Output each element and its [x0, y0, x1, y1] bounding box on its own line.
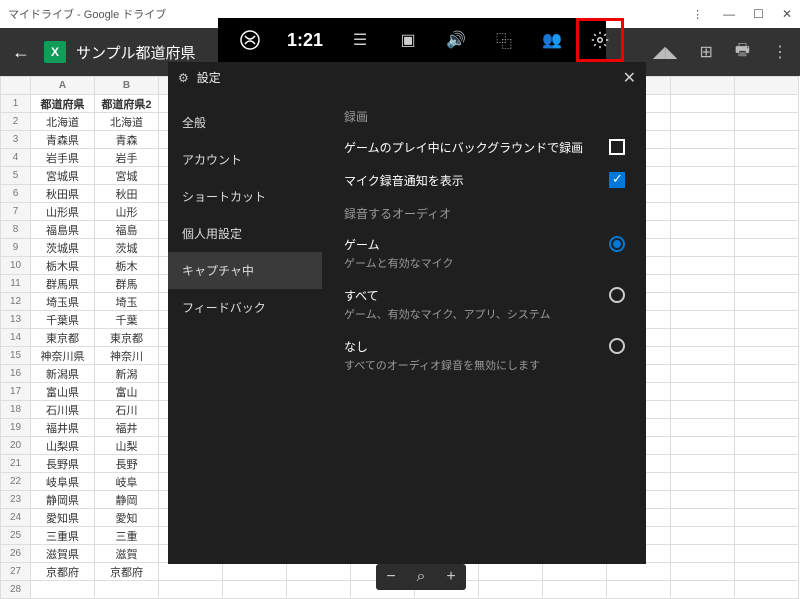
maximize-button[interactable]: ☐: [753, 7, 764, 21]
settings-nav-item[interactable]: 全般: [168, 104, 322, 141]
settings-nav-item[interactable]: キャプチャ中: [168, 252, 322, 289]
radio-label: なし: [344, 338, 606, 355]
checkbox-checked-icon[interactable]: [609, 172, 625, 188]
radio-selected-icon[interactable]: [609, 236, 625, 252]
radio-option-all[interactable]: すべて ゲーム、有効なマイク、アプリ、システム: [344, 287, 628, 322]
section-audio: 録音するオーディオ: [344, 205, 628, 222]
widgets-menu-icon[interactable]: ☰: [336, 18, 384, 62]
back-arrow-icon[interactable]: ←: [12, 42, 30, 63]
settings-nav: 全般アカウントショートカット個人用設定キャプチャ中フィードバック: [168, 94, 322, 564]
drive-logo-icon[interactable]: ◢◣: [653, 42, 678, 62]
capture-icon[interactable]: ▣: [384, 18, 432, 62]
zoom-control: − ⌕ +: [376, 564, 466, 590]
option-label: ゲームのプレイ中にバックグラウンドで録画: [344, 139, 606, 156]
radio-icon[interactable]: [609, 338, 625, 354]
game-bar-settings-panel: ⚙ 設定 ✕ 全般アカウントショートカット個人用設定キャプチャ中フィードバック …: [168, 62, 646, 564]
settings-nav-item[interactable]: ショートカット: [168, 178, 322, 215]
option-background-record[interactable]: ゲームのプレイ中にバックグラウンドで録画: [344, 139, 628, 156]
print-icon[interactable]: 🖶: [735, 39, 750, 66]
xbox-game-bar: 1:21 ☰ ▣ 🔊 ⿻ 👥: [218, 18, 606, 62]
close-window-button[interactable]: ✕: [782, 7, 792, 21]
option-mic-notify[interactable]: マイク録音通知を表示: [344, 172, 628, 189]
checkbox-icon[interactable]: [609, 139, 625, 155]
overflow-menu-icon[interactable]: ⋮: [772, 42, 788, 62]
window-controls: ― ☐ ✕: [723, 7, 792, 21]
xbox-social-icon[interactable]: 👥: [528, 18, 576, 62]
settings-nav-item[interactable]: 個人用設定: [168, 215, 322, 252]
radio-icon[interactable]: [609, 287, 625, 303]
radio-sublabel: すべてのオーディオ録音を無効にします: [344, 357, 606, 373]
close-panel-button[interactable]: ✕: [623, 68, 636, 88]
comment-icon[interactable]: ⊞: [699, 42, 712, 62]
panel-title: 設定: [197, 69, 623, 86]
sheets-app-icon: X: [44, 41, 66, 63]
performance-icon[interactable]: ⿻: [480, 18, 528, 62]
zoom-out-button[interactable]: −: [376, 568, 406, 586]
settings-gear-icon[interactable]: [576, 18, 624, 62]
radio-label: ゲーム: [344, 236, 606, 253]
zoom-reset-icon[interactable]: ⌕: [406, 568, 436, 586]
gear-icon: ⚙: [178, 71, 189, 85]
settings-nav-item[interactable]: フィードバック: [168, 289, 322, 326]
option-label: マイク録音通知を表示: [344, 172, 606, 189]
radio-option-none[interactable]: なし すべてのオーディオ録音を無効にします: [344, 338, 628, 373]
xbox-icon[interactable]: [226, 18, 274, 62]
settings-content: 録画 ゲームのプレイ中にバックグラウンドで録画 マイク録音通知を表示 録音するオ…: [322, 94, 646, 564]
more-icon[interactable]: ⋮: [692, 8, 703, 21]
minimize-button[interactable]: ―: [723, 7, 735, 21]
radio-option-game[interactable]: ゲーム ゲームと有効なマイク: [344, 236, 628, 271]
radio-sublabel: ゲーム、有効なマイク、アプリ、システム: [344, 306, 606, 322]
clock-time: 1:21: [274, 18, 336, 62]
section-recording: 録画: [344, 108, 628, 125]
radio-sublabel: ゲームと有効なマイク: [344, 255, 606, 271]
panel-header: ⚙ 設定 ✕: [168, 62, 646, 94]
audio-icon[interactable]: 🔊: [432, 18, 480, 62]
settings-nav-item[interactable]: アカウント: [168, 141, 322, 178]
radio-label: すべて: [344, 287, 606, 304]
zoom-in-button[interactable]: +: [436, 568, 466, 586]
